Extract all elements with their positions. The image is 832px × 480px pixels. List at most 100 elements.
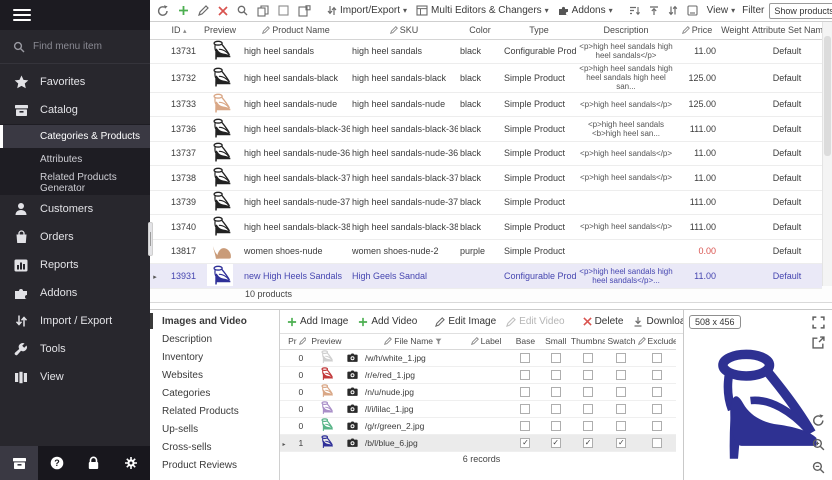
column-header-color[interactable]: Color: [458, 22, 502, 39]
tab-categories[interactable]: Categories: [150, 384, 279, 402]
image-row[interactable]: 0/r/e/red_1.jpg: [280, 366, 676, 383]
search-button[interactable]: [235, 4, 250, 17]
zoom-out-icon[interactable]: [812, 461, 826, 475]
swatch-checkbox[interactable]: ✓: [616, 438, 626, 448]
tab-images-and-video[interactable]: Images and Video: [150, 312, 279, 330]
base-checkbox[interactable]: ✓: [520, 438, 530, 448]
add-video-button[interactable]: Add Video: [356, 315, 419, 328]
product-row[interactable]: 13732high heel sandals-blackhigh heel sa…: [150, 64, 822, 93]
sidebar-item-view[interactable]: View: [0, 363, 150, 391]
row-expand-cell[interactable]: [150, 190, 160, 215]
small-checkbox[interactable]: [551, 353, 561, 363]
add-image-button[interactable]: Add Image: [285, 315, 350, 328]
exclude-checkbox[interactable]: [652, 421, 662, 431]
column-header-type[interactable]: Type: [502, 22, 576, 39]
sidebar-item-addons[interactable]: Addons: [0, 279, 150, 307]
move-top-button[interactable]: [647, 5, 661, 17]
column-header-product-name[interactable]: Product Name: [242, 22, 350, 39]
tab-product-reviews[interactable]: Product Reviews: [150, 456, 279, 474]
thumbnail-checkbox[interactable]: [583, 370, 593, 380]
column-header-id[interactable]: ID ▴: [160, 22, 198, 39]
swatch-checkbox[interactable]: [616, 421, 626, 431]
column-header-preview[interactable]: Preview: [306, 334, 346, 349]
exclude-checkbox[interactable]: [652, 353, 662, 363]
product-row[interactable]: 13733high heel sandals-nudehigh heel san…: [150, 92, 822, 117]
product-row[interactable]: 13736high heel sandals-black-36high heel…: [150, 117, 822, 142]
column-header-price[interactable]: Price: [676, 22, 718, 39]
lock-button[interactable]: [75, 446, 112, 480]
copy-button[interactable]: [255, 4, 271, 18]
exclude-checkbox[interactable]: [652, 370, 662, 380]
small-checkbox[interactable]: [551, 370, 561, 380]
view-menu[interactable]: View▾: [705, 4, 738, 17]
image-row[interactable]: 0/g/r/green_2.jpg: [280, 417, 676, 434]
tab-up-sells[interactable]: Up-sells: [150, 420, 279, 438]
tab-description[interactable]: Description: [150, 330, 279, 348]
swatch-checkbox[interactable]: [616, 370, 626, 380]
panel-splitter[interactable]: [148, 222, 153, 256]
open-external-icon[interactable]: [812, 336, 826, 350]
thumbnail-checkbox[interactable]: [583, 387, 593, 397]
addons-menu[interactable]: Addons▾: [556, 4, 615, 17]
row-expand-cell[interactable]: [150, 141, 160, 166]
thumbnail-checkbox[interactable]: [583, 404, 593, 414]
column-header-file-name[interactable]: File Name: [365, 334, 462, 349]
thumbnail-checkbox[interactable]: ✓: [583, 438, 593, 448]
grid-settings-button[interactable]: [685, 4, 700, 17]
sidebar-item-reports[interactable]: Reports: [0, 251, 150, 279]
refresh-button[interactable]: [155, 4, 171, 18]
column-header-preview[interactable]: Preview: [198, 22, 242, 39]
column-header-sku[interactable]: SKU: [350, 22, 458, 39]
image-row[interactable]: 0/w/h/white_1.jpg: [280, 349, 676, 366]
column-header-pr[interactable]: Pr: [288, 334, 306, 349]
sort-button[interactable]: [627, 5, 642, 17]
column-header-swatch[interactable]: Swatch: [605, 334, 637, 349]
vertical-scrollbar[interactable]: [822, 22, 832, 286]
product-row[interactable]: 13737high heel sandals-nude-36high heel …: [150, 141, 822, 166]
row-expand-cell[interactable]: [150, 166, 160, 191]
column-header-description[interactable]: Description: [576, 22, 676, 39]
hamburger-menu-icon[interactable]: [13, 6, 31, 24]
sidebar-item-import-export[interactable]: Import / Export: [0, 307, 150, 335]
sidebar-item-related-products-generator[interactable]: Related Products Generator: [0, 171, 150, 194]
edit-video-button[interactable]: Edit Video: [504, 315, 566, 328]
column-header-base[interactable]: Base: [510, 334, 540, 349]
catalog-mode-button[interactable]: [0, 446, 38, 480]
swatch-checkbox[interactable]: [616, 387, 626, 397]
tab-websites[interactable]: Websites: [150, 366, 279, 384]
sidebar-item-categories-products[interactable]: Categories & Products: [0, 125, 150, 148]
exclude-checkbox[interactable]: [652, 387, 662, 397]
thumbnail-checkbox[interactable]: [583, 421, 593, 431]
base-checkbox[interactable]: [520, 353, 530, 363]
sidebar-item-attributes[interactable]: Attributes: [0, 148, 150, 171]
exclude-checkbox[interactable]: [652, 404, 662, 414]
row-expand-cell[interactable]: ▸: [280, 434, 288, 451]
sidebar-item-favorites[interactable]: Favorites: [0, 68, 150, 96]
row-expand-cell[interactable]: [150, 39, 160, 64]
column-header-weight[interactable]: Weight: [718, 22, 752, 39]
product-row[interactable]: 13738high heel sandals-black-37high heel…: [150, 166, 822, 191]
row-expand-cell[interactable]: [280, 400, 288, 417]
image-row[interactable]: 0/l/i/lilac_1.jpg: [280, 400, 676, 417]
base-checkbox[interactable]: [520, 421, 530, 431]
base-checkbox[interactable]: [520, 404, 530, 414]
exclude-checkbox[interactable]: [652, 438, 662, 448]
help-button[interactable]: ?: [38, 446, 75, 480]
row-expand-cell[interactable]: [280, 366, 288, 383]
thumbnail-checkbox[interactable]: [583, 353, 593, 363]
sidebar-item-catalog[interactable]: Catalog: [0, 96, 150, 124]
row-expand-cell[interactable]: ▸: [150, 264, 160, 289]
small-checkbox[interactable]: [551, 387, 561, 397]
row-expand-cell[interactable]: [280, 383, 288, 400]
column-header-small[interactable]: Small: [541, 334, 571, 349]
row-expand-cell[interactable]: [280, 417, 288, 434]
menu-search-input[interactable]: [33, 41, 133, 52]
fullscreen-icon[interactable]: [812, 316, 826, 330]
gear-icon[interactable]: [113, 446, 150, 480]
sidebar-item-tools[interactable]: Tools: [0, 335, 150, 363]
category-filter-select[interactable]: Show products from selected categories ▾: [769, 3, 832, 19]
duplicate-button[interactable]: [296, 4, 313, 18]
small-checkbox[interactable]: [551, 404, 561, 414]
image-row[interactable]: 0/n/u/nude.jpg: [280, 383, 676, 400]
edit-button[interactable]: [196, 4, 211, 17]
